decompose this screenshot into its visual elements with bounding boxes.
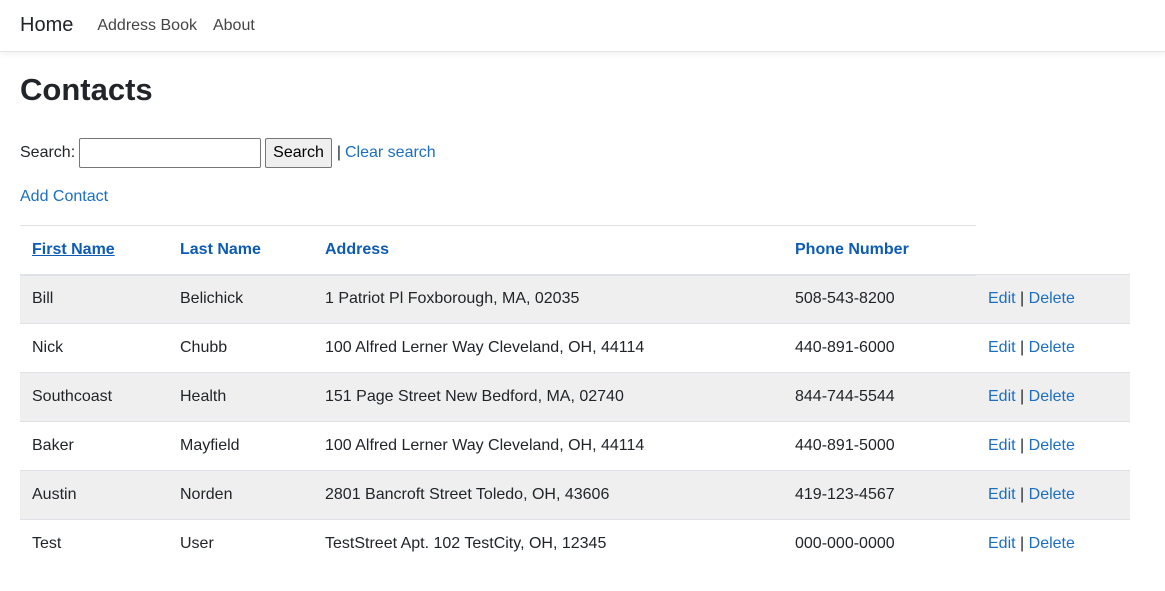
table-row: Southcoast Health 151 Page Street New Be…	[20, 372, 1130, 422]
cell-address: 2801 Bancroft Street Toledo, OH, 43606	[313, 470, 783, 520]
sort-first-name-link[interactable]: First Name	[32, 241, 115, 258]
edit-link[interactable]: Edit	[988, 339, 1016, 356]
sort-last-name-link[interactable]: Last Name	[180, 241, 261, 258]
edit-link[interactable]: Edit	[988, 437, 1016, 454]
table-header-row: First Name Last Name Address Phone Numbe…	[20, 225, 1130, 276]
page-title: Contacts	[20, 72, 153, 107]
header-address: Address	[313, 225, 783, 276]
search-label: Search:	[20, 144, 76, 161]
action-separator: |	[1020, 437, 1025, 454]
table-row: Bill Belichick 1 Patriot Pl Foxborough, …	[20, 274, 1130, 324]
delete-link[interactable]: Delete	[1029, 339, 1075, 356]
cell-phone: 508-543-8200	[783, 274, 976, 324]
delete-link[interactable]: Delete	[1029, 535, 1075, 552]
add-contact-row: Add Contact	[20, 187, 1165, 207]
cell-phone: 844-744-5544	[783, 372, 976, 422]
cell-address: 151 Page Street New Bedford, MA, 02740	[313, 372, 783, 422]
edit-link[interactable]: Edit	[988, 486, 1016, 503]
header-actions	[976, 226, 1130, 275]
cell-first-name: Nick	[20, 323, 168, 373]
cell-first-name: Southcoast	[20, 372, 168, 422]
delete-link[interactable]: Delete	[1029, 437, 1075, 454]
edit-link[interactable]: Edit	[988, 535, 1016, 552]
header-last-name: Last Name	[168, 225, 313, 276]
cell-last-name: Chubb	[168, 323, 313, 373]
table-row: Nick Chubb 100 Alfred Lerner Way Clevela…	[20, 323, 1130, 373]
cell-phone: 419-123-4567	[783, 470, 976, 520]
cell-first-name: Test	[20, 519, 168, 569]
table-row: Baker Mayfield 100 Alfred Lerner Way Cle…	[20, 421, 1130, 471]
delete-link[interactable]: Delete	[1029, 388, 1075, 405]
cell-first-name: Baker	[20, 421, 168, 471]
search-button[interactable]: Search	[265, 138, 332, 168]
cell-phone: 000-000-0000	[783, 519, 976, 569]
cell-last-name: Norden	[168, 470, 313, 520]
cell-actions: Edit | Delete	[976, 421, 1130, 471]
contacts-table: First Name Last Name Address Phone Numbe…	[20, 225, 1130, 569]
edit-link[interactable]: Edit	[988, 388, 1016, 405]
cell-phone: 440-891-6000	[783, 323, 976, 373]
cell-first-name: Austin	[20, 470, 168, 520]
cell-actions: Edit | Delete	[976, 372, 1130, 422]
delete-link[interactable]: Delete	[1029, 290, 1075, 307]
cell-actions: Edit | Delete	[976, 323, 1130, 373]
cell-actions: Edit | Delete	[976, 470, 1130, 520]
nav-link-about[interactable]: About	[213, 17, 255, 35]
cell-address: 100 Alfred Lerner Way Cleveland, OH, 441…	[313, 421, 783, 471]
cell-address: 1 Patriot Pl Foxborough, MA, 02035	[313, 274, 783, 324]
action-separator: |	[1020, 339, 1025, 356]
cell-last-name: Health	[168, 372, 313, 422]
sort-phone-number-link[interactable]: Phone Number	[795, 241, 909, 258]
nav-brand-home[interactable]: Home	[20, 14, 73, 37]
table-row: Austin Norden 2801 Bancroft Street Toled…	[20, 470, 1130, 520]
action-separator: |	[1020, 535, 1025, 553]
action-separator: |	[1020, 486, 1025, 503]
header-phone-number: Phone Number	[783, 225, 976, 276]
sort-address-link[interactable]: Address	[325, 241, 389, 258]
cell-address: 100 Alfred Lerner Way Cleveland, OH, 441…	[313, 323, 783, 373]
clear-search-link[interactable]: Clear search	[345, 144, 436, 162]
edit-link[interactable]: Edit	[988, 290, 1016, 307]
action-separator: |	[1020, 290, 1025, 307]
cell-phone: 440-891-5000	[783, 421, 976, 471]
cell-address: TestStreet Apt. 102 TestCity, OH, 12345	[313, 519, 783, 569]
top-navbar: Home Address Book About	[0, 0, 1165, 52]
cell-last-name: Belichick	[168, 274, 313, 324]
cell-last-name: Mayfield	[168, 421, 313, 471]
search-form: Search: Search | Clear search	[20, 138, 1165, 168]
table-row: Test User TestStreet Apt. 102 TestCity, …	[20, 519, 1130, 569]
action-separator: |	[1020, 388, 1025, 405]
cell-first-name: Bill	[20, 274, 168, 324]
add-contact-link[interactable]: Add Contact	[20, 188, 108, 205]
cell-last-name: User	[168, 519, 313, 569]
main-content: Contacts Search: Search | Clear search A…	[0, 72, 1165, 569]
delete-link[interactable]: Delete	[1029, 486, 1075, 503]
nav-link-address-book[interactable]: Address Book	[97, 17, 197, 35]
search-input[interactable]	[79, 138, 262, 168]
cell-actions: Edit | Delete	[976, 519, 1130, 569]
header-first-name: First Name	[20, 225, 168, 276]
cell-actions: Edit | Delete	[976, 274, 1130, 324]
search-separator: |	[336, 144, 341, 161]
